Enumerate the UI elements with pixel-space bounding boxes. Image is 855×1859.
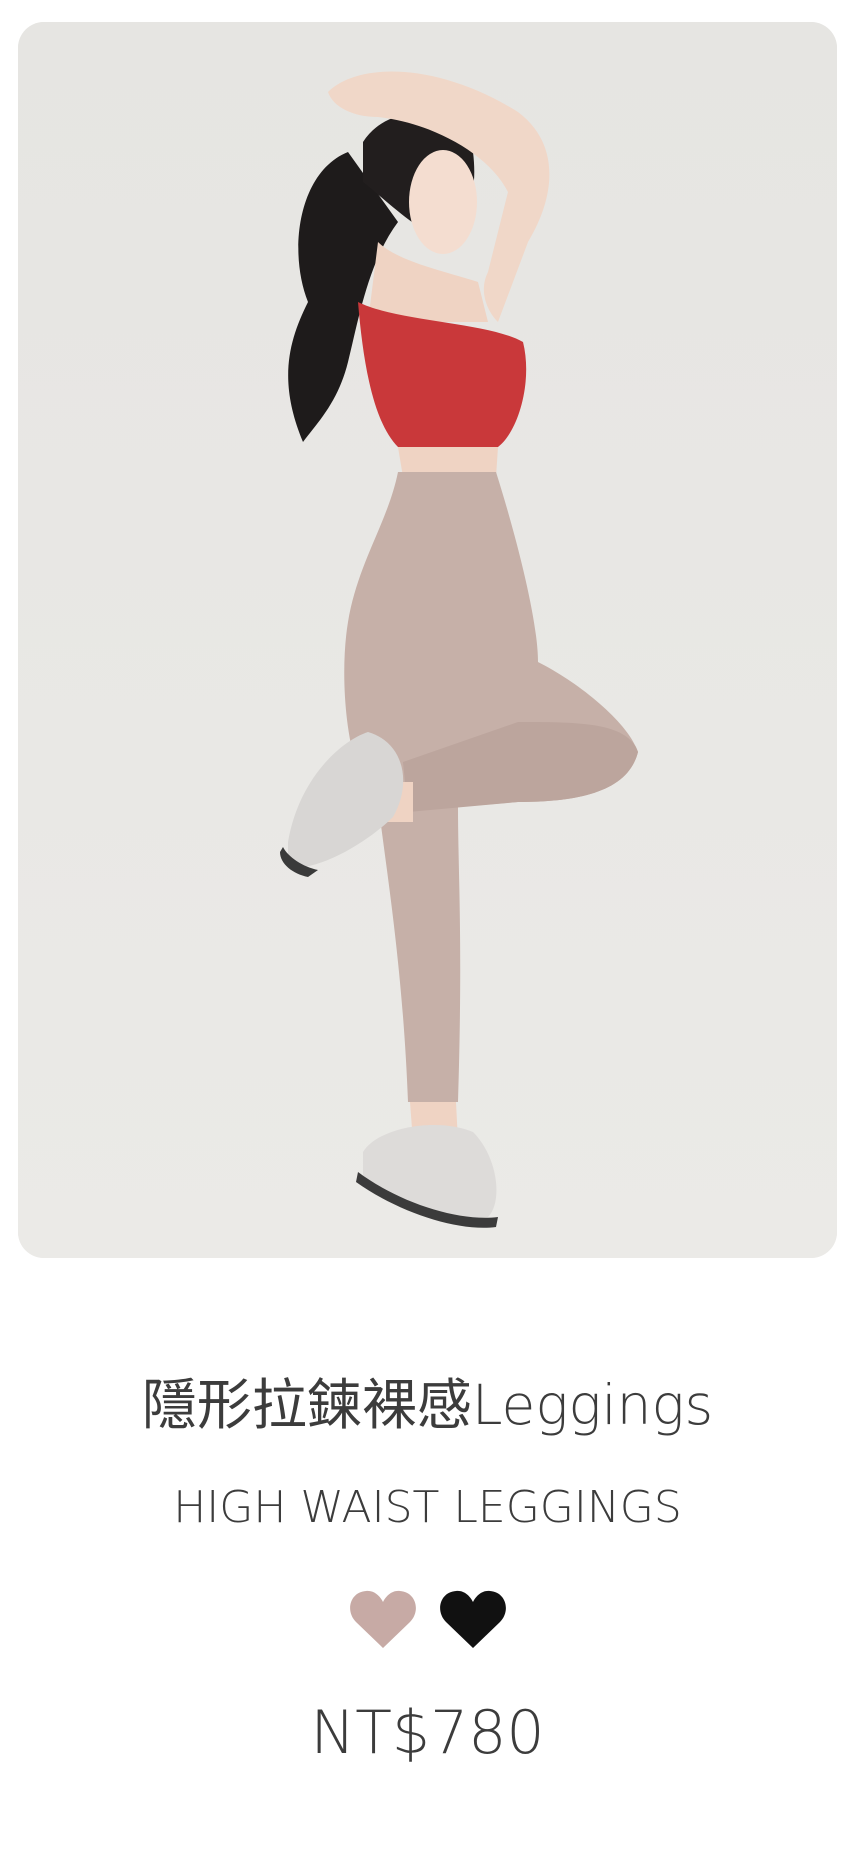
- product-title[interactable]: 隱形拉鍊裸感Leggings: [0, 1370, 855, 1440]
- product-price: NT$780: [310, 1698, 545, 1768]
- product-image[interactable]: [18, 22, 837, 1258]
- product-subtitle: HIGH WAIST LEGGINGS: [173, 1482, 682, 1533]
- heart-icon: [349, 1590, 416, 1648]
- product-photo: [18, 22, 837, 1258]
- taupe-heart-swatch[interactable]: [348, 1588, 418, 1650]
- black-heart-swatch[interactable]: [438, 1588, 508, 1650]
- product-card[interactable]: 隱形拉鍊裸感Leggings HIGH WAIST LEGGINGS NT$78…: [0, 0, 855, 1859]
- color-swatches: [0, 1588, 855, 1650]
- heart-icon: [439, 1590, 506, 1648]
